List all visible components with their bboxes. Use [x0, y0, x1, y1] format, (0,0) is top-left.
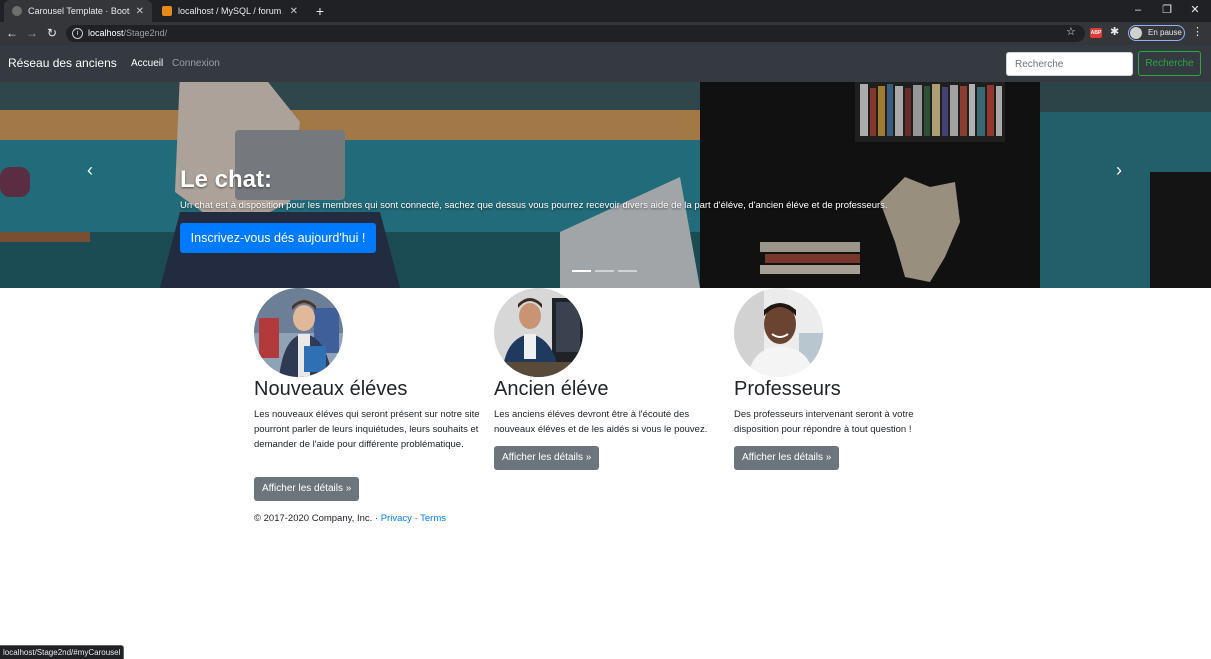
terms-link[interactable]: Terms	[420, 513, 446, 524]
privacy-link[interactable]: Privacy	[381, 513, 412, 524]
carousel-indicator-1[interactable]	[572, 270, 591, 272]
tab-title: localhost / MySQL / forum / foru	[178, 6, 284, 16]
nav-link-connexion[interactable]: Connexion	[172, 58, 220, 69]
column-heading: Professeurs	[734, 378, 841, 400]
new-tab-button[interactable]: +	[312, 3, 328, 19]
phpmyadmin-icon	[162, 6, 172, 16]
column-text: Des professeurs intervenant seront à vot…	[734, 409, 914, 435]
site-brand[interactable]: Réseau des anciens	[8, 56, 117, 70]
close-icon[interactable]: ✕	[290, 6, 298, 17]
avatar	[1130, 27, 1142, 39]
tab-carousel-template[interactable]: Carousel Template · Bootstrap ✕	[4, 0, 152, 22]
carousel-caption-text: Un chat est à disposition pour les membr…	[180, 200, 888, 211]
back-arrow-icon[interactable]: ←	[4, 25, 20, 41]
carousel-indicator-2[interactable]	[595, 270, 614, 272]
close-icon[interactable]: ✕	[136, 6, 144, 17]
carousel-caption-title: Le chat:	[180, 166, 273, 193]
carousel-prev-icon[interactable]: ‹	[80, 158, 100, 182]
browser-toolbar: ← → ↻ i localhost/Stage2nd/	[0, 22, 1211, 45]
details-button[interactable]: Afficher les détails »	[494, 446, 600, 470]
more-menu-icon[interactable]: ⋮	[1192, 25, 1203, 38]
teacher-portrait-image	[734, 288, 823, 377]
student-portrait-image	[254, 288, 343, 377]
url-host: localhost	[88, 28, 124, 38]
adblock-plus-icon[interactable]: ABP	[1090, 28, 1102, 38]
browser-tab-strip: Carousel Template · Bootstrap ✕ localhos…	[0, 0, 1211, 22]
tab-title: Carousel Template · Bootstrap	[28, 6, 130, 16]
column-heading: Ancien éléve	[494, 378, 609, 400]
profile-label: En pause	[1148, 28, 1182, 37]
info-icon[interactable]: i	[72, 28, 83, 39]
nav-link-accueil[interactable]: Accueil	[131, 58, 163, 69]
footer-copyright: © 2017-2020 Company, Inc. ·	[254, 513, 381, 524]
hero-carousel: ‹ › Le chat: Un chat est à disposition p…	[0, 82, 1211, 288]
extensions-puzzle-icon[interactable]: ✱	[1110, 25, 1119, 38]
browser-status-bar: localhost/Stage2nd/#myCarousel	[0, 645, 125, 659]
search-button[interactable]: Recherche	[1138, 51, 1201, 76]
footer-separator: ·	[411, 513, 421, 524]
forward-arrow-icon[interactable]: →	[24, 25, 40, 41]
column-text: Les anciens éléves devront être à l'écou…	[494, 409, 708, 435]
signup-button[interactable]: Inscrivez-vous dés aujourd'hui !	[180, 223, 376, 253]
tab-phpmyadmin[interactable]: localhost / MySQL / forum / foru ✕	[154, 0, 306, 22]
details-button[interactable]: Afficher les détails »	[254, 477, 360, 501]
profile-button[interactable]: En pause	[1128, 25, 1185, 41]
carousel-next-icon[interactable]: ›	[1109, 158, 1129, 182]
carousel-indicator-3[interactable]	[618, 270, 637, 272]
address-bar[interactable]: i localhost/Stage2nd/	[66, 25, 1085, 42]
window-close-button[interactable]: ✕	[1186, 2, 1204, 18]
details-button[interactable]: Afficher les détails »	[734, 446, 840, 470]
url-path: /Stage2nd/	[123, 28, 168, 38]
search-input[interactable]	[1006, 52, 1133, 76]
alumni-portrait-image	[494, 288, 583, 377]
globe-icon	[12, 6, 22, 16]
minimize-button[interactable]: –	[1129, 2, 1147, 18]
column-text: Les nouveaux éléves qui seront présent s…	[254, 409, 480, 450]
page-footer: © 2017-2020 Company, Inc. · Privacy · Te…	[254, 513, 446, 524]
restore-button[interactable]: ❐	[1158, 2, 1176, 18]
column-heading: Nouveaux éléves	[254, 378, 408, 400]
reload-icon[interactable]: ↻	[44, 25, 60, 41]
bookmark-star-icon[interactable]: ☆	[1066, 25, 1076, 38]
